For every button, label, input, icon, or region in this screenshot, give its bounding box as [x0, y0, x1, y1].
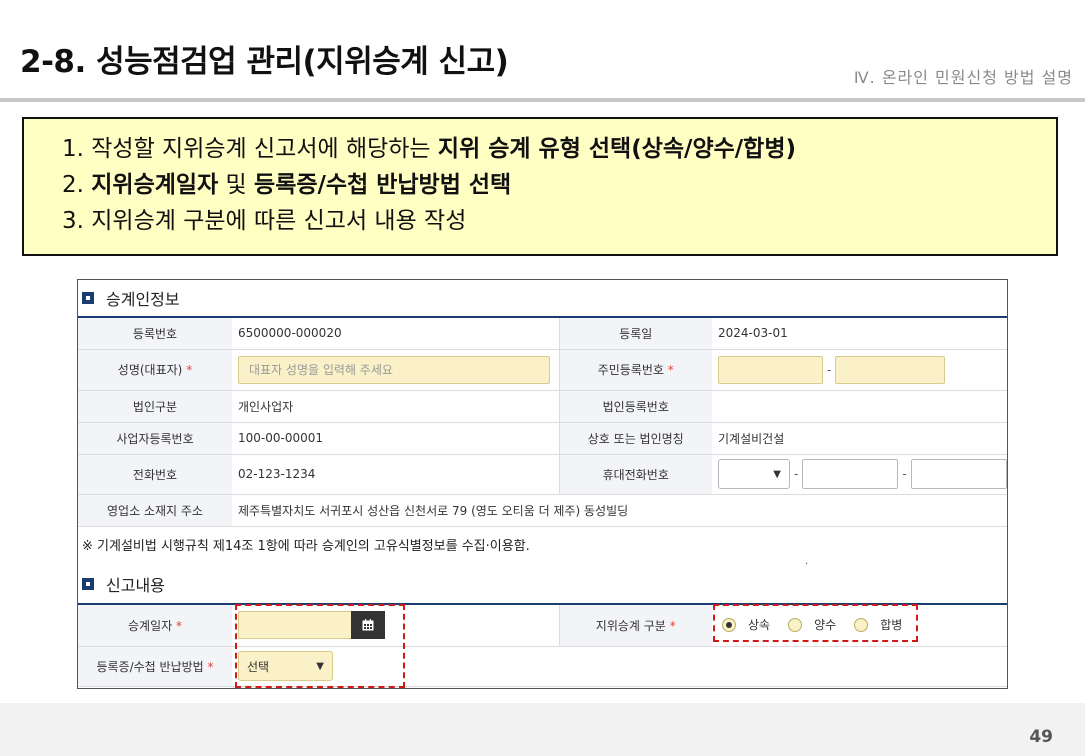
chevron-down-icon: ▼: [773, 468, 781, 480]
section-header-successor-info: 승계인정보: [78, 280, 1007, 316]
highlight-box-date-return: [235, 604, 405, 688]
address-value: 제주특별자치도 서귀포시 성산읍 신천서로 79 (영도 오티움 더 제주) 동…: [232, 494, 1007, 527]
mobile-prefix-select[interactable]: ▼: [718, 459, 790, 489]
table-row: 성명(대표자) * 대표자 성명을 입력해 주세요 주민등록번호 * -: [78, 349, 1007, 391]
instruction-line-2: 2. 지위승계일자 및 등록증/수첩 반납방법 선택: [62, 167, 1056, 203]
slide-subtitle: Ⅳ. 온라인 민원신청 방법 설명: [853, 68, 1073, 87]
table-row: 영업소 소재지 주소 제주특별자치도 서귀포시 성산읍 신천서로 79 (영도 …: [78, 494, 1007, 527]
instruction-line-1: 1. 작성할 지위승계 신고서에 해당하는 지위 승계 유형 선택(상속/양수/…: [62, 131, 1056, 167]
rrn-label: 주민등록번호: [597, 363, 664, 377]
instruction-text: 및: [218, 172, 255, 198]
instruction-bold: 지위승계일자: [91, 172, 219, 198]
table-row: 법인구분 개인사업자 법인등록번호: [78, 390, 1007, 423]
company-value: 기계설비건설: [712, 422, 1007, 455]
instruction-line-3: 3. 지위승계 구분에 따른 신고서 내용 작성: [62, 208, 467, 234]
biz-no-label: 사업자등록번호: [78, 422, 232, 455]
required-mark: *: [207, 659, 214, 674]
footer-bar: 49: [0, 703, 1085, 756]
representative-name-input[interactable]: 대표자 성명을 입력해 주세요: [238, 355, 550, 384]
section-square-icon: [82, 292, 94, 304]
biz-no-value: 100-00-00001: [232, 422, 559, 455]
instruction-text: 1. 작성할 지위승계 신고서에 해당하는: [62, 136, 438, 162]
reg-date-value: 2024-03-01: [712, 317, 1007, 350]
mobile-middle-input[interactable]: [802, 459, 899, 489]
corp-type-value: 개인사업자: [232, 390, 559, 423]
rrn-input-cell: -: [712, 349, 1007, 391]
page-number: 49: [1029, 727, 1053, 747]
empty-cell: [559, 646, 1007, 687]
slide-title: 2-8. 성능점검업 관리(지위승계 신고): [20, 44, 509, 80]
corp-reg-value: [712, 390, 1007, 423]
table-row: 사업자등록번호 100-00-00001 상호 또는 법인명칭 기계설비건설: [78, 422, 1007, 455]
reg-no-value: 6500000-000020: [232, 317, 559, 350]
section-title: 승계인정보: [106, 290, 180, 309]
section-header-report-content: 신고내용: [78, 566, 1007, 602]
instruction-bold: 등록증/수첩 반납방법 선택: [254, 172, 512, 198]
name-input-cell: 대표자 성명을 입력해 주세요: [232, 349, 559, 391]
required-mark: *: [186, 363, 193, 377]
privacy-note: ※ 기계설비법 시행규칙 제14조 1항에 따라 승계인의 고유식별정보를 수집…: [82, 539, 530, 554]
corp-reg-label: 법인등록번호: [558, 390, 712, 423]
required-mark: *: [176, 618, 182, 633]
highlight-box-radio: [713, 604, 918, 642]
table-row: 전화번호 02-123-1234 휴대전화번호 ▼ - -: [78, 454, 1007, 495]
mobile-last-input[interactable]: [910, 459, 1007, 489]
required-mark: *: [669, 618, 676, 633]
successor-info-table: 등록번호 6500000-000020 등록일 2024-03-01 성명(대표…: [78, 316, 1007, 527]
address-label: 영업소 소재지 주소: [78, 494, 232, 527]
dash-separator: -: [902, 467, 907, 481]
mobile-label: 휴대전화번호: [558, 454, 712, 495]
succession-date-label: 승계일자: [128, 618, 173, 633]
return-method-label-cell: 등록증/수첩 반납방법 *: [78, 646, 232, 687]
section-square-icon: [82, 578, 94, 590]
form-screenshot: 승계인정보 등록번호 6500000-000020 등록일 2024-03-01…: [77, 279, 1008, 689]
rrn-second-input[interactable]: [835, 355, 946, 384]
rrn-label-cell: 주민등록번호 *: [558, 349, 712, 391]
reg-no-label: 등록번호: [78, 317, 232, 350]
instruction-text: 2.: [62, 172, 92, 198]
phone-label: 전화번호: [78, 454, 232, 495]
mobile-input-cell: ▼ - -: [712, 454, 1007, 495]
succession-type-label: 지위승계 구분: [595, 618, 666, 633]
succession-type-label-cell: 지위승계 구분 *: [558, 604, 712, 647]
table-row: 등록번호 6500000-000020 등록일 2024-03-01: [78, 317, 1007, 350]
corp-type-label: 법인구분: [78, 390, 232, 423]
dash-separator: -: [827, 362, 832, 377]
reg-date-label: 등록일: [558, 317, 712, 350]
name-label: 성명(대표자): [117, 363, 183, 377]
required-mark: *: [667, 363, 674, 377]
company-label: 상호 또는 법인명칭: [558, 422, 712, 455]
phone-value: 02-123-1234: [232, 454, 559, 495]
succession-date-label-cell: 승계일자 *: [78, 604, 232, 647]
section-title: 신고내용: [106, 576, 165, 595]
name-label-cell: 성명(대표자) *: [78, 349, 232, 391]
dash-separator: -: [794, 467, 799, 481]
instruction-box: 1. 작성할 지위승계 신고서에 해당하는 지위 승계 유형 선택(상속/양수/…: [22, 117, 1058, 256]
rrn-first-input[interactable]: [718, 355, 823, 384]
return-method-label: 등록증/수첩 반납방법: [96, 659, 204, 674]
table-row: 등록증/수첩 반납방법 * 선택 ▼: [78, 646, 1007, 687]
title-divider: [0, 98, 1085, 102]
instruction-bold: 지위 승계 유형 선택(상속/양수/합병): [437, 136, 796, 162]
